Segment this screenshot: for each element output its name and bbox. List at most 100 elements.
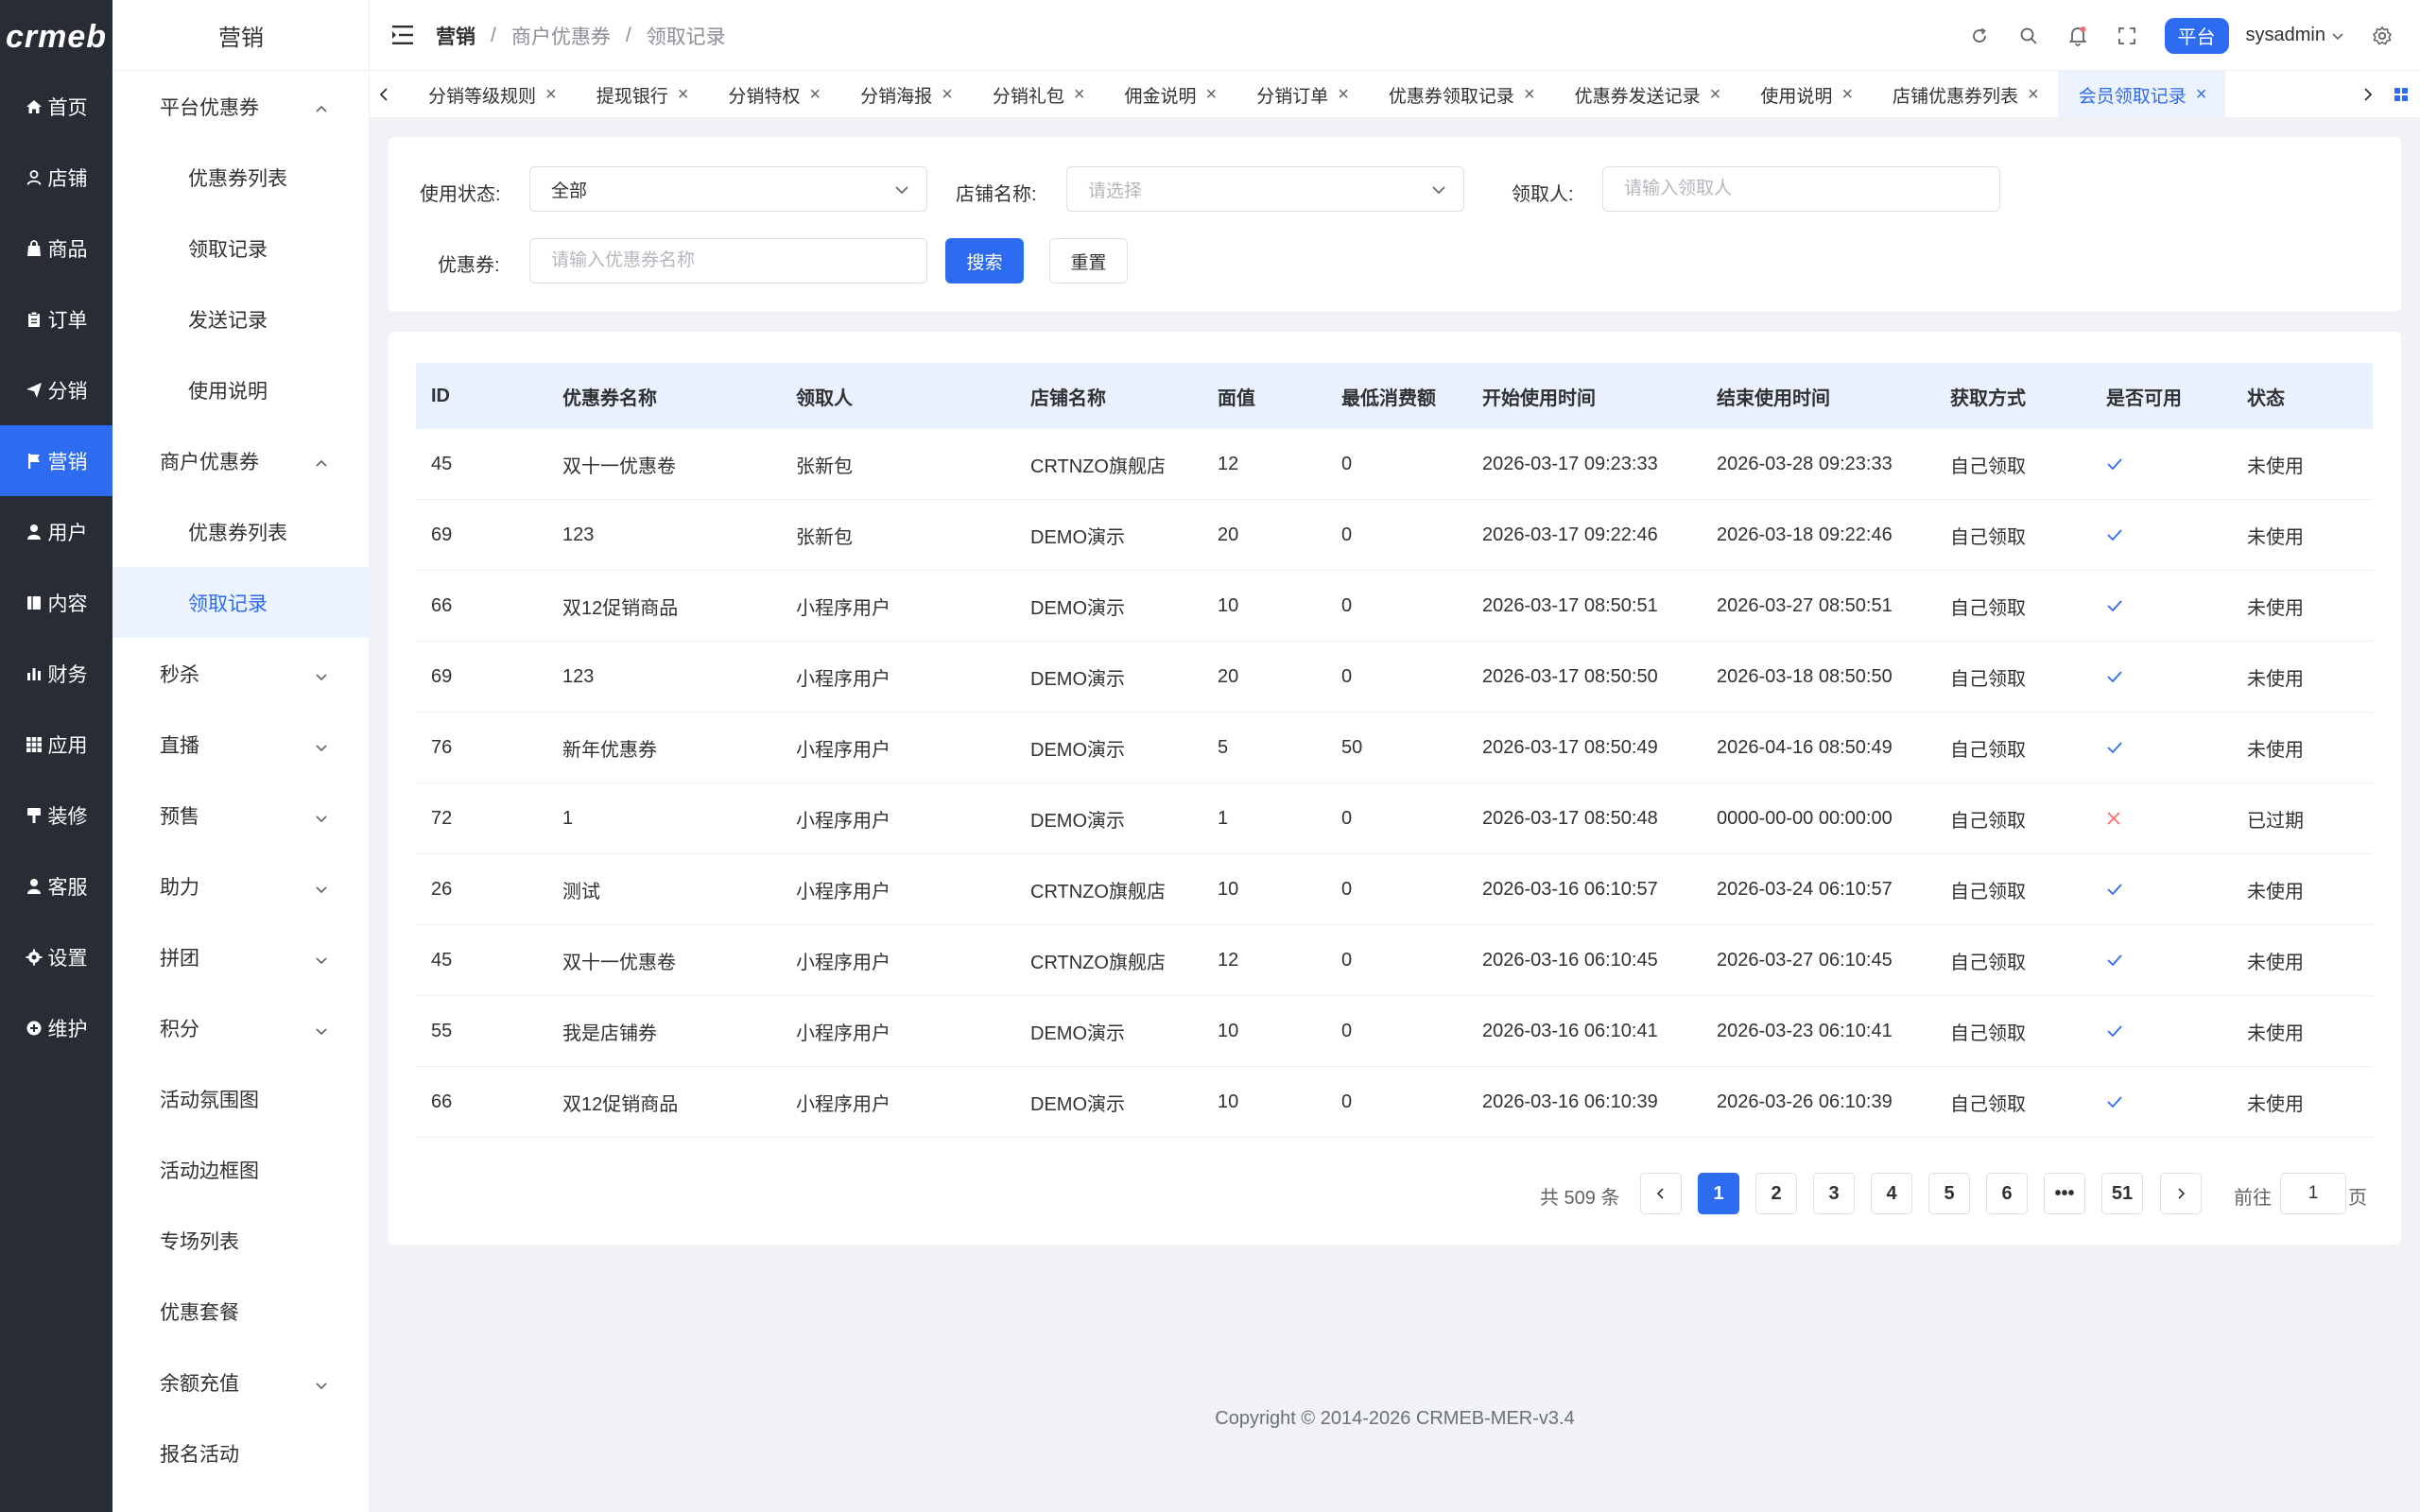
tab-item[interactable]: 分销特权 × bbox=[707, 71, 839, 117]
rail-item[interactable]: 商品 bbox=[0, 213, 112, 284]
tab-label: 优惠券领取记录 bbox=[1388, 86, 1514, 107]
rail-item[interactable]: 设置 bbox=[0, 921, 112, 992]
refresh-icon[interactable] bbox=[1968, 25, 1991, 47]
close-icon[interactable]: × bbox=[1206, 84, 1218, 106]
settings-gear-icon[interactable] bbox=[2371, 25, 2394, 47]
id-cell: 72 bbox=[431, 807, 453, 829]
close-icon[interactable]: × bbox=[809, 84, 821, 106]
breadcrumb-root[interactable]: 营销 bbox=[436, 22, 475, 50]
rail-item-label: 维护 bbox=[47, 1018, 88, 1040]
reset-button[interactable]: 重置 bbox=[1049, 238, 1128, 284]
next-page-button[interactable] bbox=[2160, 1173, 2202, 1214]
close-icon[interactable]: × bbox=[1524, 84, 1535, 106]
search-icon[interactable] bbox=[2017, 25, 2040, 47]
close-icon[interactable]: × bbox=[1338, 84, 1349, 106]
tab-scroll-right-icon[interactable] bbox=[2354, 71, 2382, 117]
platform-badge[interactable]: 平台 bbox=[2164, 17, 2229, 54]
sub-menu-item[interactable]: 领取记录 bbox=[112, 567, 370, 638]
close-icon[interactable]: × bbox=[1074, 84, 1085, 106]
rail-item[interactable]: 首页 bbox=[0, 71, 112, 142]
sub-menu-item[interactable]: 直播 bbox=[112, 709, 370, 780]
rail-item[interactable]: 分销 bbox=[0, 354, 112, 425]
rail-item[interactable]: 内容 bbox=[0, 567, 112, 638]
receiver-input[interactable] bbox=[1624, 179, 1999, 199]
tab-item[interactable]: 分销海报 × bbox=[839, 71, 972, 117]
rail-item[interactable]: 维护 bbox=[0, 992, 112, 1063]
search-button[interactable]: 搜索 bbox=[945, 238, 1024, 284]
tab-scroll-left-icon[interactable] bbox=[370, 71, 398, 117]
sub-menu-item[interactable]: 优惠券列表 bbox=[112, 142, 370, 213]
close-icon[interactable]: × bbox=[678, 84, 689, 106]
sub-menu-item[interactable]: 预售 bbox=[112, 780, 370, 850]
breadcrumb-parent[interactable]: 商户优惠券 bbox=[511, 22, 611, 50]
page-number[interactable]: 5 bbox=[1928, 1173, 1970, 1214]
rail-item[interactable]: 财务 bbox=[0, 638, 112, 709]
sub-menu-item[interactable]: 优惠券列表 bbox=[112, 496, 370, 567]
tab-grid-menu-icon[interactable] bbox=[2387, 71, 2415, 117]
sub-menu-item[interactable]: 领取记录 bbox=[112, 213, 370, 284]
close-icon[interactable]: × bbox=[2028, 84, 2039, 106]
close-icon[interactable]: × bbox=[2196, 84, 2207, 106]
status-cell: 未使用 bbox=[2247, 952, 2304, 973]
user-menu[interactable]: sysadmin bbox=[2246, 25, 2344, 46]
sub-menu-item[interactable]: 积分 bbox=[112, 992, 370, 1063]
rail-item[interactable]: 用户 bbox=[0, 496, 112, 567]
rail-item[interactable]: 客服 bbox=[0, 850, 112, 921]
status-cell: 未使用 bbox=[2247, 739, 2304, 761]
coupon-field[interactable] bbox=[529, 238, 927, 284]
sub-menu-item-label: 领取记录 bbox=[188, 238, 268, 261]
sub-menu-item[interactable]: 商户优惠券 bbox=[112, 425, 370, 496]
face-value-cell: 20 bbox=[1218, 665, 1239, 687]
sub-menu-item[interactable]: 优惠套餐 bbox=[112, 1276, 370, 1347]
fullscreen-icon[interactable] bbox=[2116, 25, 2138, 47]
sub-menu-item[interactable]: 专场列表 bbox=[112, 1205, 370, 1276]
page-number[interactable]: 51 bbox=[2101, 1173, 2143, 1214]
rail-item[interactable]: 应用 bbox=[0, 709, 112, 780]
tab-item[interactable]: 佣金说明 × bbox=[1104, 71, 1236, 117]
menu-toggle-icon[interactable] bbox=[392, 25, 415, 45]
tab-item[interactable]: 分销订单 × bbox=[1236, 71, 1368, 117]
tab-item[interactable]: 分销礼包 × bbox=[972, 71, 1104, 117]
crmeb-logo[interactable]: crmeb bbox=[0, 13, 112, 60]
tab-item[interactable]: 店铺优惠券列表 × bbox=[1872, 71, 2058, 117]
bell-icon[interactable] bbox=[2066, 25, 2089, 47]
page-number[interactable]: 4 bbox=[1871, 1173, 1912, 1214]
sub-menu-item[interactable]: 发送记录 bbox=[112, 284, 370, 354]
tab-item[interactable]: 分销等级规则 × bbox=[407, 71, 576, 117]
sub-menu-item[interactable]: 秒杀 bbox=[112, 638, 370, 709]
sub-menu-item[interactable]: 报名活动 bbox=[112, 1418, 370, 1488]
page-number[interactable]: 2 bbox=[1755, 1173, 1797, 1214]
rail-item[interactable]: 营销 bbox=[0, 425, 112, 496]
close-icon[interactable]: × bbox=[942, 84, 953, 106]
coupon-name-input[interactable] bbox=[551, 250, 926, 271]
tab-item[interactable]: 提现银行 × bbox=[576, 71, 708, 117]
close-icon[interactable]: × bbox=[545, 84, 557, 106]
page-number[interactable]: 1 bbox=[1698, 1173, 1739, 1214]
rail-item[interactable]: 装修 bbox=[0, 780, 112, 850]
tab-item[interactable]: 优惠券发送记录 × bbox=[1554, 71, 1740, 117]
tab-item[interactable]: 优惠券领取记录 × bbox=[1368, 71, 1554, 117]
status-cell: 未使用 bbox=[2247, 455, 2304, 477]
sub-menu-item[interactable]: 使用说明 bbox=[112, 354, 370, 425]
page-ellipsis[interactable]: ••• bbox=[2044, 1173, 2085, 1214]
tab-item[interactable]: 会员领取记录 × bbox=[2057, 71, 2226, 117]
sub-menu-item[interactable]: 活动边框图 bbox=[112, 1134, 370, 1205]
rail-item[interactable]: 订单 bbox=[0, 284, 112, 354]
end-time-cell: 2026-04-16 08:50:49 bbox=[1717, 736, 1893, 758]
goto-page-input[interactable]: 1 bbox=[2280, 1173, 2346, 1214]
sub-menu-item[interactable]: 拼团 bbox=[112, 921, 370, 992]
rail-item[interactable]: 店铺 bbox=[0, 142, 112, 213]
sub-menu-item[interactable]: 余额充值 bbox=[112, 1347, 370, 1418]
receiver-field[interactable] bbox=[1602, 166, 2000, 212]
shop-select[interactable]: 请选择 bbox=[1066, 166, 1464, 212]
sub-menu-item[interactable]: 平台优惠券 bbox=[112, 71, 370, 142]
sub-menu-item[interactable]: 助力 bbox=[112, 850, 370, 921]
page-number[interactable]: 6 bbox=[1986, 1173, 2028, 1214]
close-icon[interactable]: × bbox=[1841, 84, 1853, 106]
close-icon[interactable]: × bbox=[1710, 84, 1721, 106]
sub-menu-item[interactable]: 活动氛围图 bbox=[112, 1063, 370, 1134]
prev-page-button[interactable] bbox=[1640, 1173, 1682, 1214]
page-number[interactable]: 3 bbox=[1813, 1173, 1855, 1214]
tab-item[interactable]: 使用说明 × bbox=[1739, 71, 1872, 117]
status-select[interactable]: 全部 bbox=[529, 166, 927, 212]
